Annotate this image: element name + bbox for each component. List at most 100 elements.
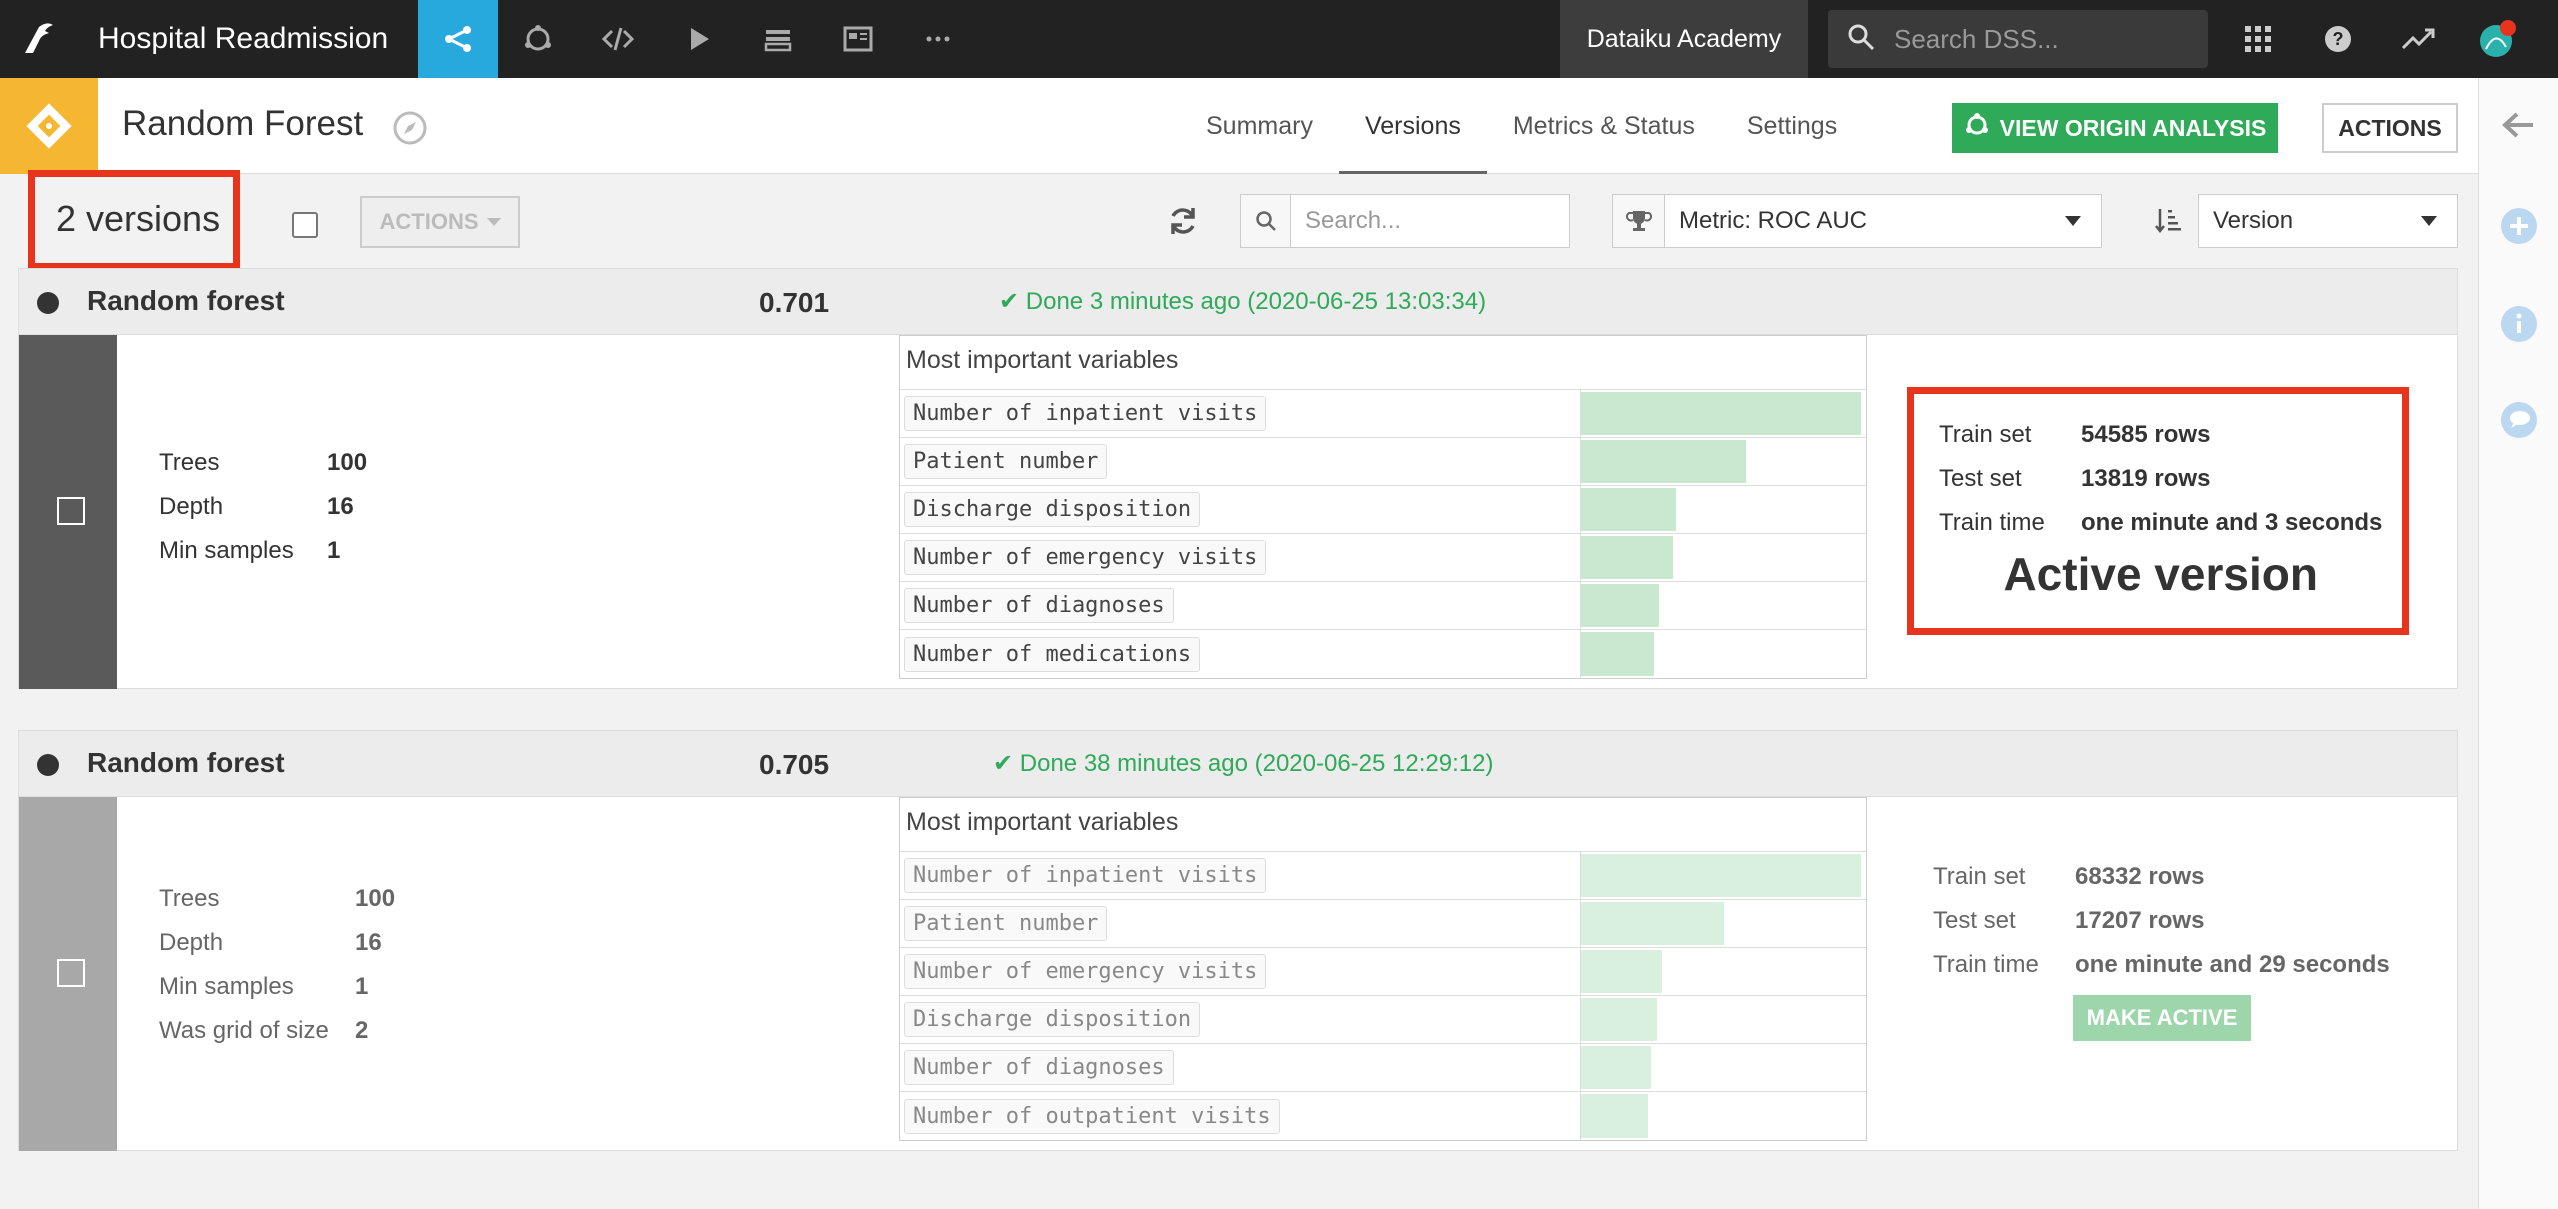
variable-name: Number of outpatient visits bbox=[904, 1098, 1280, 1134]
importance-bar bbox=[1581, 1094, 1649, 1138]
version-card-header[interactable]: Random forest 0.705 ✔ Done 38 minutes ag… bbox=[19, 731, 2457, 797]
importance-bar bbox=[1581, 1046, 1651, 1089]
lab-icon[interactable] bbox=[498, 0, 578, 78]
help-icon[interactable]: ? bbox=[2298, 0, 2378, 78]
project-title[interactable]: Hospital Readmission bbox=[98, 22, 388, 56]
academy-button[interactable]: Dataiku Academy bbox=[1560, 0, 1808, 78]
comment-icon[interactable] bbox=[2479, 400, 2558, 440]
info-key: Test set bbox=[1933, 907, 2016, 934]
tab-metrics-status[interactable]: Metrics & Status bbox=[1487, 78, 1721, 174]
add-icon[interactable] bbox=[2479, 206, 2558, 246]
variable-name: Number of diagnoses bbox=[904, 1050, 1174, 1085]
info-value: 68332 rows bbox=[2075, 863, 2205, 890]
version-checkbox[interactable] bbox=[57, 959, 85, 987]
run-icon[interactable] bbox=[658, 0, 738, 78]
importance-bar bbox=[1581, 440, 1747, 483]
flow-icon[interactable] bbox=[418, 0, 499, 78]
highlight-box bbox=[28, 170, 240, 270]
make-active-button[interactable]: MAKE ACTIVE bbox=[2073, 995, 2251, 1041]
sort-select[interactable]: Version bbox=[2198, 194, 2458, 248]
model-type-icon bbox=[0, 78, 98, 174]
importance-bar bbox=[1581, 998, 1657, 1041]
stack-icon[interactable] bbox=[738, 0, 818, 78]
importance-bar bbox=[1581, 488, 1677, 531]
variable-name: Patient number bbox=[904, 444, 1108, 479]
view-origin-analysis-label: VIEW ORIGIN ANALYSIS bbox=[1999, 114, 2267, 141]
compass-icon[interactable] bbox=[392, 110, 428, 151]
select-all-checkbox[interactable] bbox=[292, 212, 318, 238]
metric-select[interactable]: Metric: ROC AUC bbox=[1612, 194, 2102, 248]
version-strip bbox=[19, 797, 117, 1151]
variable-row: Discharge disposition bbox=[900, 996, 1866, 1044]
variable-row: Number of outpatient visits bbox=[900, 1092, 1866, 1140]
view-origin-analysis-button[interactable]: VIEW ORIGIN ANALYSIS bbox=[1952, 103, 2278, 153]
toolbar-actions-button[interactable]: ACTIONS bbox=[360, 196, 520, 248]
version-card-body: Trees 100 Depth 16 Min samples 1 Most impor… bbox=[19, 335, 2457, 689]
importance-bar bbox=[1581, 950, 1663, 993]
version-checkbox[interactable] bbox=[57, 497, 85, 525]
search-icon bbox=[1846, 22, 1876, 57]
param-key: Trees bbox=[159, 449, 220, 476]
refresh-icon[interactable] bbox=[1166, 204, 1200, 243]
info-icon[interactable] bbox=[2479, 304, 2558, 344]
versions-search-input[interactable]: Search... bbox=[1240, 194, 1570, 248]
param-key: Min samples bbox=[159, 537, 294, 564]
param-value: 16 bbox=[327, 493, 354, 520]
param-key: Was grid of size bbox=[159, 1017, 329, 1044]
param-value: 100 bbox=[355, 885, 396, 912]
sort-value: Version bbox=[2213, 207, 2294, 234]
param-value: 2 bbox=[355, 1017, 369, 1044]
variable-row: Number of medications bbox=[900, 630, 1866, 678]
chevron-down-icon bbox=[2065, 216, 2081, 226]
trend-icon[interactable] bbox=[2378, 0, 2458, 78]
tab-settings[interactable]: Settings bbox=[1721, 78, 1863, 174]
variable-name: Discharge disposition bbox=[904, 492, 1201, 527]
user-avatar[interactable] bbox=[2458, 0, 2538, 78]
version-card[interactable]: Random forest 0.705 ✔ Done 38 minutes ag… bbox=[18, 730, 2458, 1151]
version-name[interactable]: Random forest bbox=[87, 285, 285, 317]
global-search[interactable]: Search DSS... bbox=[1828, 10, 2208, 68]
info-key: Train set bbox=[1933, 863, 2026, 890]
version-name[interactable]: Random forest bbox=[87, 747, 285, 779]
search-placeholder: Search DSS... bbox=[1894, 23, 2059, 54]
variable-row: Number of emergency visits bbox=[900, 948, 1866, 996]
variable-row: Number of diagnoses bbox=[900, 1044, 1866, 1092]
version-status: ✔ Done 38 minutes ago (2020-06-25 12:29:… bbox=[993, 750, 1494, 777]
variable-row: Discharge disposition bbox=[900, 486, 1866, 534]
importance-bar bbox=[1581, 392, 1861, 435]
header-actions-button[interactable]: ACTIONS bbox=[2322, 103, 2458, 153]
code-icon[interactable] bbox=[578, 0, 658, 78]
important-variables-panel: Most important variables Number of inpat… bbox=[899, 335, 1867, 679]
dataiku-logo-icon[interactable] bbox=[0, 0, 78, 78]
apps-grid-icon[interactable] bbox=[2218, 0, 2298, 78]
version-card-header[interactable]: Random forest 0.701 ✔ Done 3 minutes ago… bbox=[19, 269, 2457, 335]
variable-row: Number of diagnoses bbox=[900, 582, 1866, 630]
sort-icon[interactable] bbox=[2154, 206, 2182, 239]
param-value: 1 bbox=[327, 537, 341, 564]
variable-name: Number of diagnoses bbox=[904, 588, 1174, 623]
version-card[interactable]: Random forest 0.701 ✔ Done 3 minutes ago… bbox=[18, 268, 2458, 689]
active-dot-icon bbox=[37, 292, 59, 314]
chevron-down-icon bbox=[486, 218, 501, 226]
param-value: 100 bbox=[327, 449, 368, 476]
importance-bar bbox=[1581, 632, 1654, 676]
metric-value: Metric: ROC AUC bbox=[1679, 207, 1868, 234]
param-key: Depth bbox=[159, 929, 224, 956]
more-icon[interactable] bbox=[898, 0, 978, 78]
variable-name: Number of medications bbox=[904, 636, 1201, 672]
tab-versions[interactable]: Versions bbox=[1338, 78, 1487, 174]
tab-summary[interactable]: Summary bbox=[1180, 78, 1339, 174]
param-key: Min samples bbox=[159, 973, 294, 1000]
param-value: 16 bbox=[355, 929, 382, 956]
variable-row: Patient number bbox=[900, 900, 1866, 948]
back-arrow-icon[interactable] bbox=[2479, 110, 2558, 140]
version-params: Trees 100 Depth 16 Min samples 1 Was grid o… bbox=[159, 877, 395, 1053]
variable-name: Discharge disposition bbox=[904, 1002, 1201, 1037]
variable-row: Patient number bbox=[900, 438, 1866, 486]
dashboard-icon[interactable] bbox=[818, 0, 898, 78]
search-placeholder: Search... bbox=[1305, 207, 1402, 234]
top-navbar: Hospital Readmission Dataiku Academy Sea… bbox=[0, 0, 2558, 78]
variable-name: Number of emergency visits bbox=[904, 540, 1267, 575]
version-params: Trees 100 Depth 16 Min samples 1 bbox=[159, 441, 367, 573]
page-title: Random Forest bbox=[122, 104, 364, 143]
